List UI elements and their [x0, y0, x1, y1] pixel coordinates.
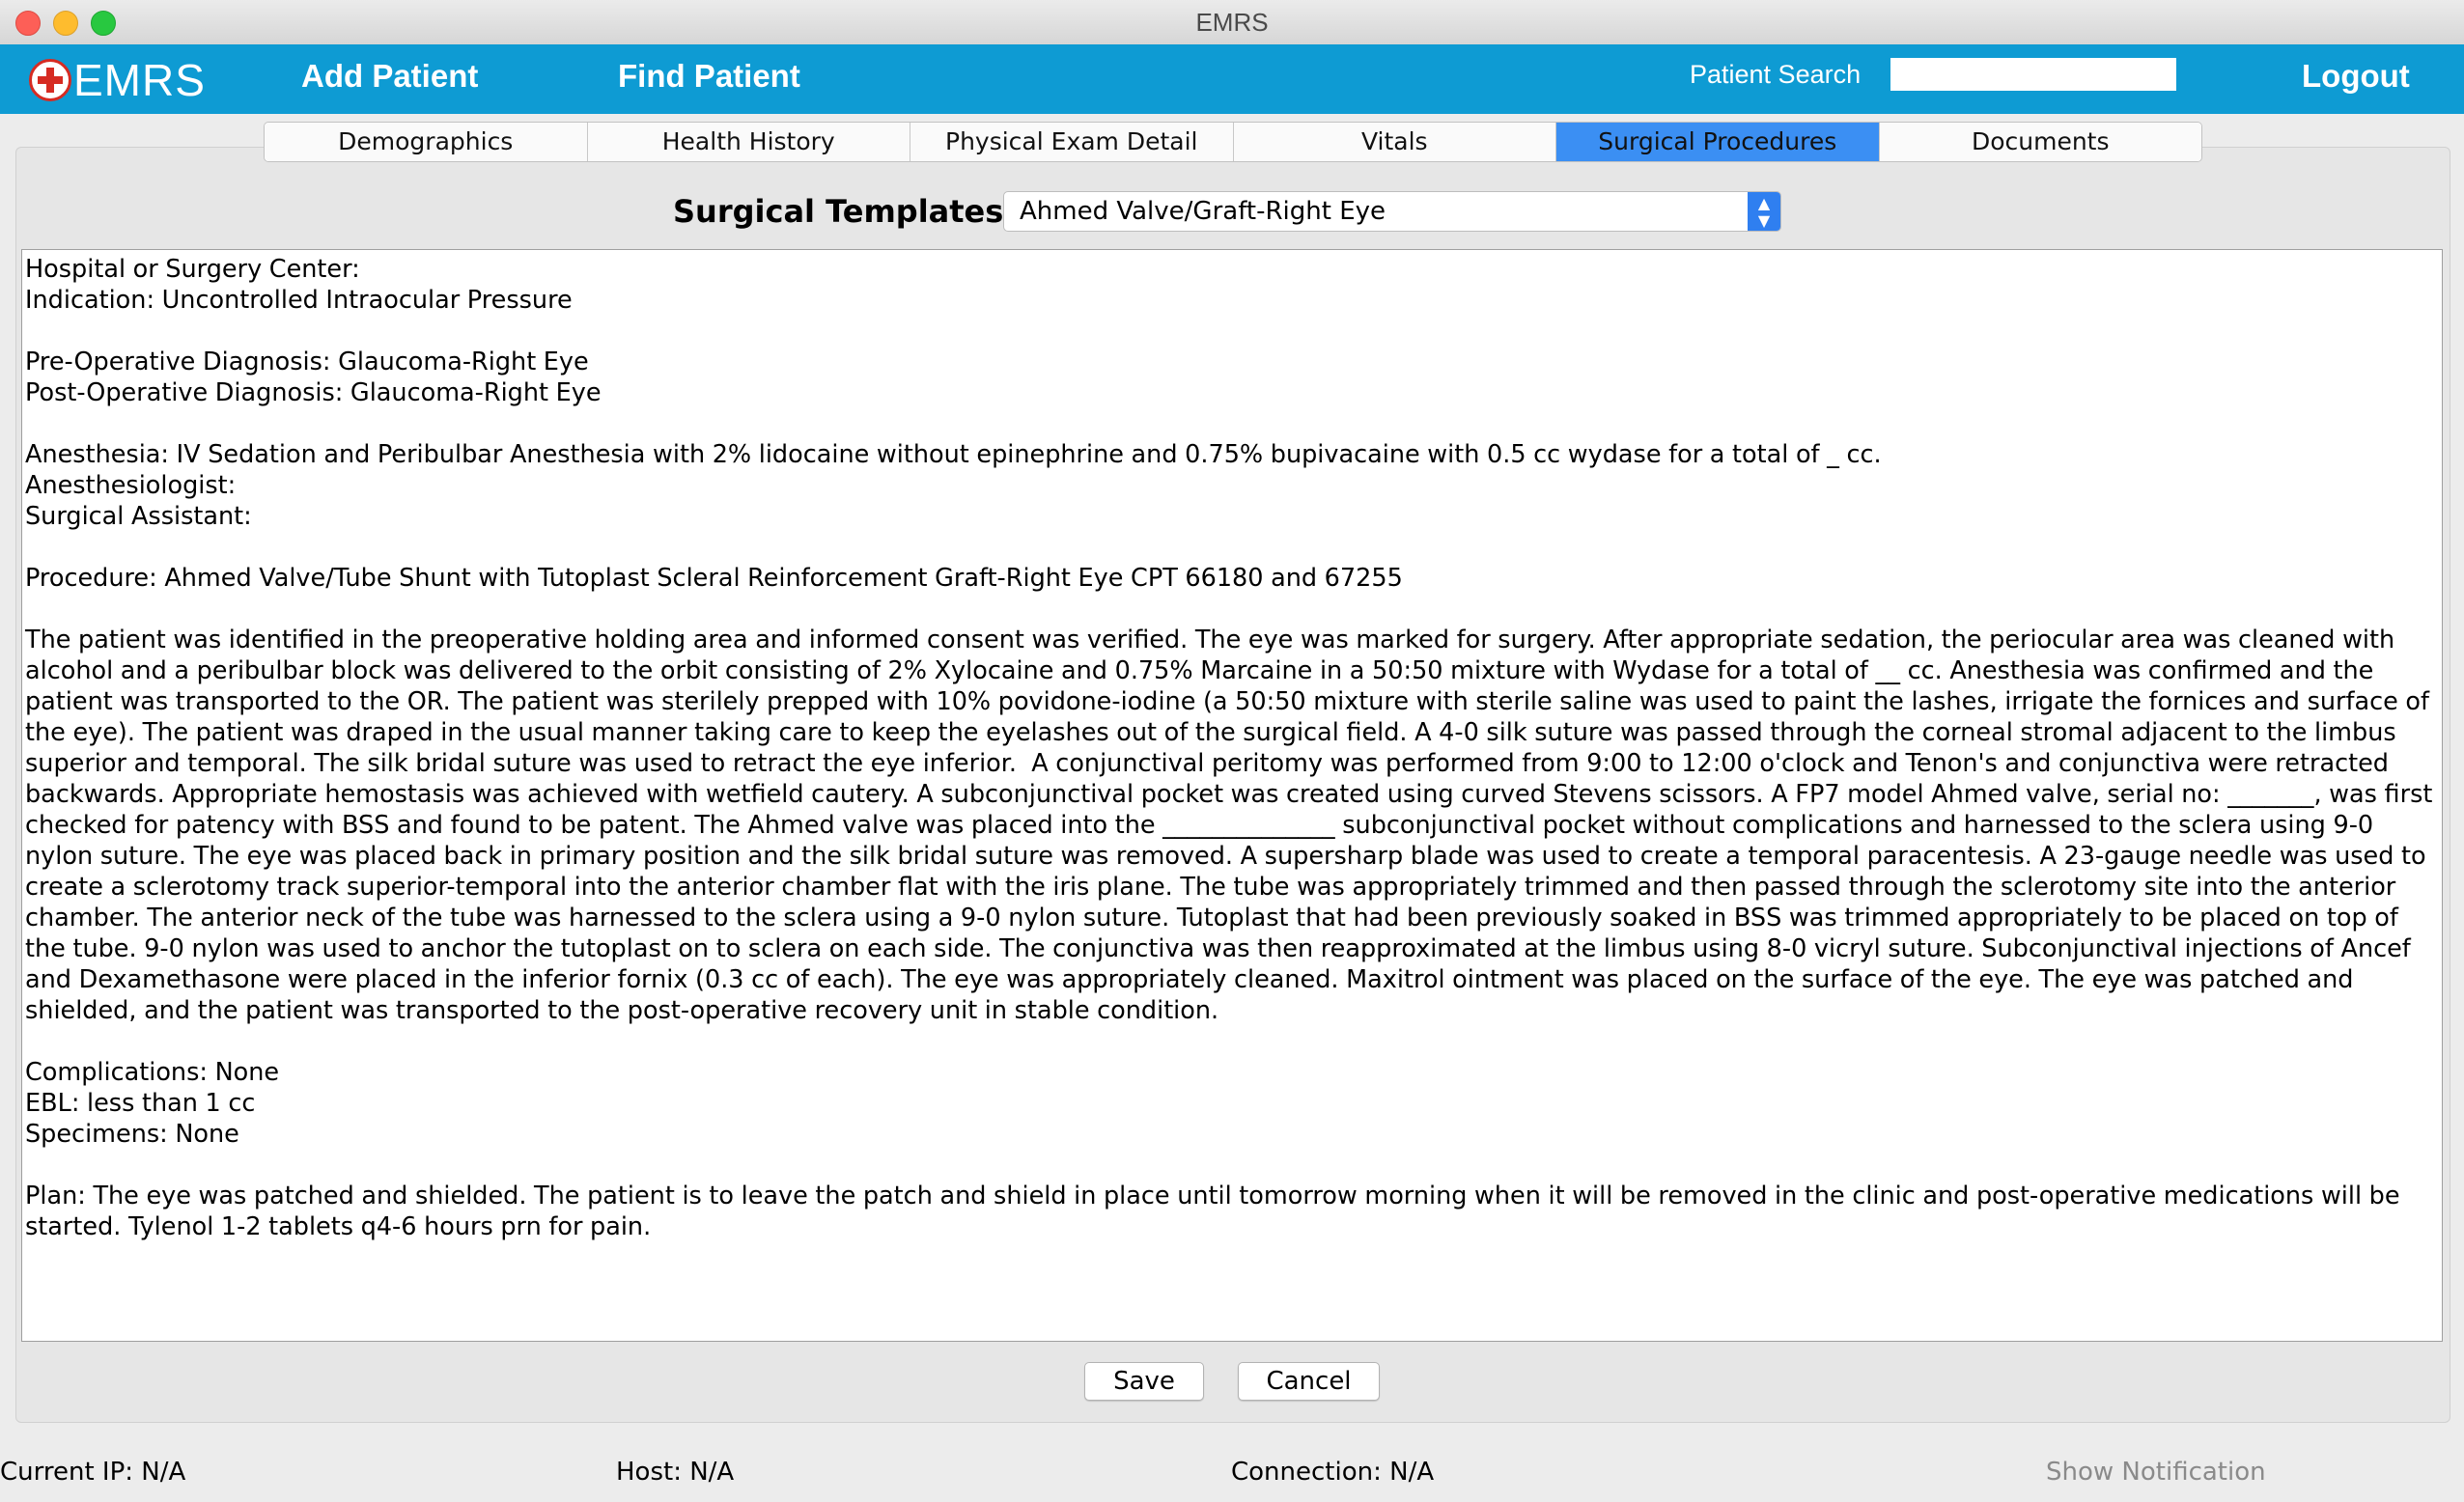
select-arrows-icon[interactable]: ▲ ▼: [1748, 192, 1780, 231]
save-button[interactable]: Save: [1084, 1362, 1204, 1401]
show-notification-link[interactable]: Show Notification: [2046, 1458, 2266, 1487]
tab-health-history[interactable]: Health History: [587, 123, 910, 161]
app-logo: EMRS: [29, 55, 206, 105]
window-title: EMRS: [1195, 8, 1269, 37]
tab-vitals[interactable]: Vitals: [1233, 123, 1556, 161]
host-status: Host: N/A: [616, 1458, 735, 1487]
operative-note-text: Hospital or Surgery Center: Indication: …: [25, 255, 2433, 1241]
window-titlebar: EMRS: [0, 0, 2464, 45]
current-ip-status: Current IP: N/A: [0, 1458, 186, 1487]
section-tabs: Demographics Health History Physical Exa…: [264, 122, 2202, 162]
selected-template: Ahmed Valve/Graft-Right Eye: [1020, 197, 1386, 226]
tab-surgical-procedures[interactable]: Surgical Procedures: [1556, 123, 1880, 161]
surgical-template-select[interactable]: Ahmed Valve/Graft-Right Eye ▲ ▼: [1003, 191, 1781, 232]
connection-status: Connection: N/A: [1231, 1458, 1435, 1487]
logo-text: EMRS: [73, 55, 206, 105]
app-header: EMRS Add Patient Find Patient Patient Se…: [0, 44, 2464, 114]
operative-note-textarea[interactable]: Hospital or Surgery Center: Indication: …: [21, 249, 2443, 1342]
tab-documents[interactable]: Documents: [1879, 123, 2201, 161]
find-patient-button[interactable]: Find Patient: [618, 58, 800, 95]
patient-search-input[interactable]: [1890, 58, 2176, 91]
patient-search-label: Patient Search: [1690, 60, 1862, 89]
add-patient-button[interactable]: Add Patient: [301, 58, 478, 95]
cancel-button[interactable]: Cancel: [1238, 1362, 1380, 1401]
tab-physical-exam-detail[interactable]: Physical Exam Detail: [910, 123, 1234, 161]
tab-demographics[interactable]: Demographics: [265, 123, 588, 161]
surgical-templates-label: Surgical Templates:: [673, 193, 1017, 230]
logout-button[interactable]: Logout: [2302, 58, 2410, 95]
medical-cross-icon: [29, 59, 71, 101]
